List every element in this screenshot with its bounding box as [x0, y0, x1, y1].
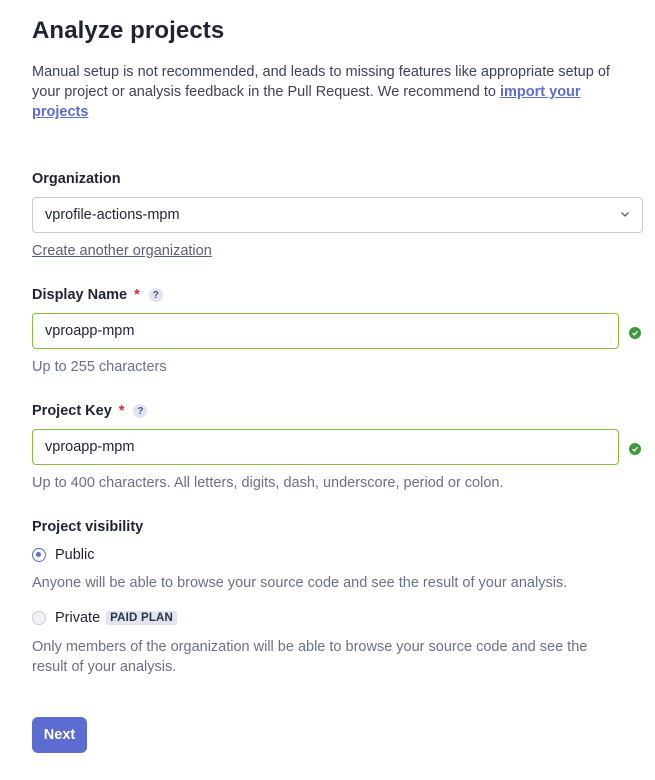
public-label: Public	[55, 547, 95, 563]
public-radio[interactable]	[32, 548, 46, 562]
valid-check-icon	[629, 327, 641, 339]
project-key-hint: Up to 400 characters. All letters, digit…	[32, 475, 504, 491]
required-marker: *	[134, 287, 140, 303]
project-key-label: Project Key * ?	[32, 403, 148, 419]
private-radio[interactable]	[32, 611, 46, 625]
private-description: Only members of the organization will be…	[32, 639, 588, 675]
public-radio-option[interactable]: Public	[32, 547, 95, 563]
visibility-label: Project visibility	[32, 519, 144, 535]
display-name-label: Display Name * ?	[32, 287, 163, 303]
private-radio-option[interactable]: Private PAID PLAN	[32, 610, 178, 626]
private-label: Private	[55, 610, 101, 626]
next-button[interactable]: Next	[32, 717, 87, 753]
help-icon[interactable]: ?	[148, 288, 163, 302]
required-marker: *	[118, 403, 125, 419]
paid-plan-badge: PAID PLAN	[106, 611, 178, 625]
public-description: Anyone will be able to browse your sourc…	[32, 575, 568, 591]
project-key-label-text: Project Key	[32, 403, 112, 419]
display-name-input[interactable]	[32, 313, 619, 349]
organization-label: Organization	[32, 171, 121, 187]
display-name-hint: Up to 255 characters	[32, 359, 167, 375]
help-icon[interactable]: ?	[133, 404, 148, 418]
valid-check-icon	[629, 443, 641, 455]
page-title: Analyze projects	[32, 17, 225, 44]
organization-select[interactable]: vprofile-actions-mpm	[32, 197, 643, 233]
intro-text: Manual setup is not recommended, and lea…	[32, 62, 632, 122]
create-organization-link[interactable]: Create another organization	[32, 243, 212, 259]
chevron-down-icon	[621, 212, 629, 217]
display-name-label-text: Display Name	[32, 287, 128, 303]
project-key-input[interactable]	[32, 429, 619, 465]
organization-selected-value: vprofile-actions-mpm	[45, 207, 180, 223]
